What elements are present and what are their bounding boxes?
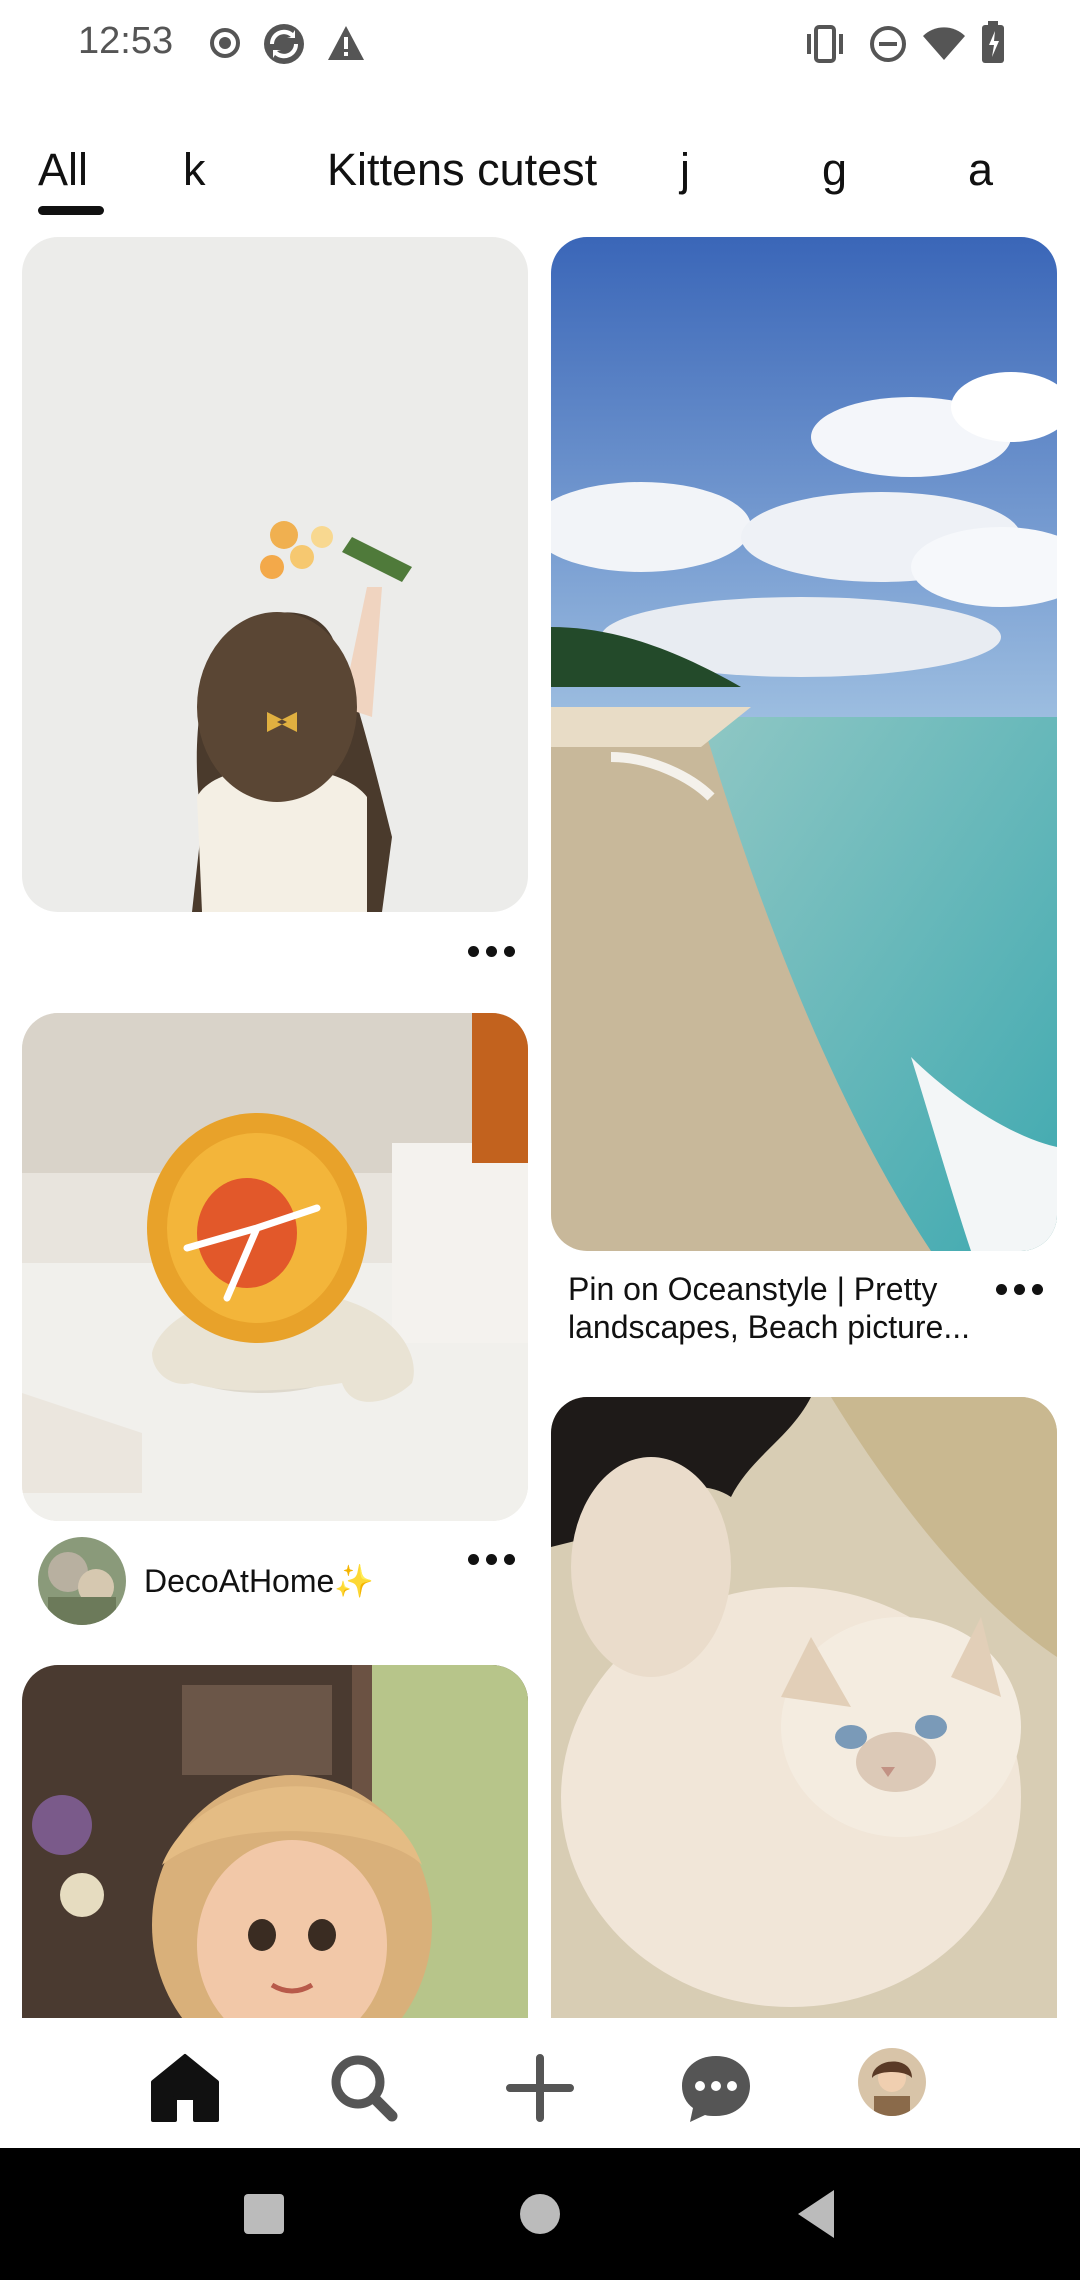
pin-image-clock-figurine[interactable]	[22, 1013, 528, 1521]
vibrate-icon	[807, 25, 843, 63]
pin-image-beach[interactable]	[551, 237, 1057, 1251]
tab-k[interactable]: k	[183, 144, 206, 196]
tab-all[interactable]: All	[38, 144, 88, 196]
wifi-icon	[923, 27, 965, 60]
messages-icon[interactable]	[676, 2048, 756, 2128]
tab-kittens-cutest[interactable]: Kittens cutest	[327, 144, 597, 196]
tab-g[interactable]: g	[822, 144, 847, 196]
clock: 12:53	[78, 20, 174, 62]
pin-title[interactable]: Pin on Oceanstyle | Pretty landscapes, B…	[568, 1270, 988, 1346]
home-button[interactable]	[518, 2192, 562, 2236]
create-icon[interactable]	[500, 2048, 580, 2128]
more-options-button[interactable]	[460, 1540, 520, 1580]
sync-icon	[264, 24, 304, 64]
profile-avatar[interactable]	[858, 2048, 926, 2116]
more-options-button[interactable]	[460, 932, 520, 972]
battery-charging-icon	[982, 21, 1004, 63]
pin-image-cartoon-girl[interactable]	[22, 1665, 528, 2018]
system-navigation-bar	[0, 2148, 1080, 2280]
more-options-button[interactable]	[988, 1270, 1048, 1310]
pin-image-fluffy-cat[interactable]	[551, 1397, 1057, 2018]
warning-icon	[328, 26, 364, 60]
active-tab-indicator	[38, 206, 104, 215]
status-bar: 12:53	[0, 0, 1080, 88]
search-icon[interactable]	[324, 2048, 404, 2128]
home-icon[interactable]	[145, 2048, 225, 2128]
record-icon	[210, 28, 240, 58]
pin-image-girl-flowers[interactable]	[22, 237, 528, 912]
tab-a[interactable]: a	[968, 144, 993, 196]
do-not-disturb-icon	[870, 26, 906, 62]
creator-avatar[interactable]	[38, 1537, 126, 1625]
back-button[interactable]	[794, 2188, 838, 2240]
board-tabs: All k Kittens cutest j g a	[0, 130, 1080, 220]
recent-apps-button[interactable]	[242, 2192, 286, 2236]
creator-name[interactable]: DecoAtHome✨	[144, 1562, 374, 1600]
bottom-navigation	[0, 2018, 1080, 2148]
tab-j[interactable]: j	[680, 144, 690, 196]
